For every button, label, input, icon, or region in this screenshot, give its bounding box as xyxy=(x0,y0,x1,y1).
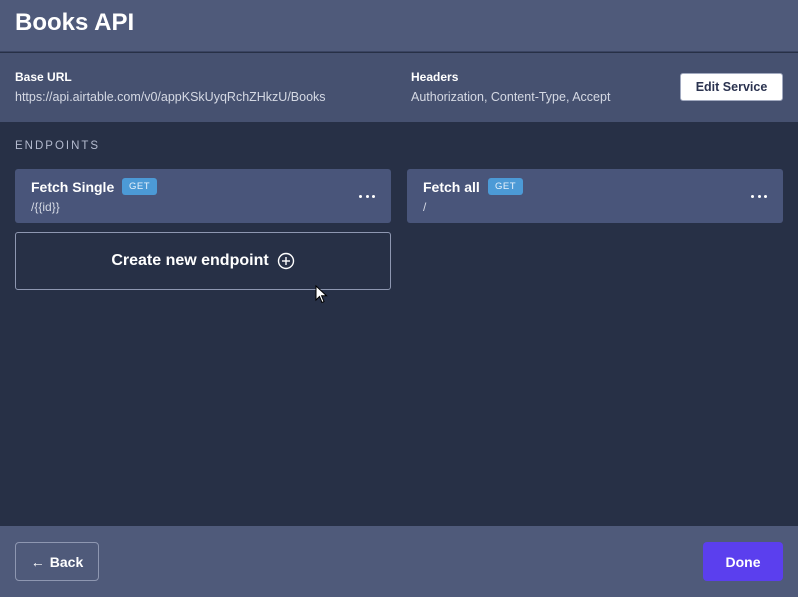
back-button[interactable]: ← Back xyxy=(15,542,99,581)
base-url-group: Base URL https://api.airtable.com/v0/app… xyxy=(15,70,326,104)
headers-group: Headers Authorization, Content-Type, Acc… xyxy=(411,70,610,104)
mouse-pointer-icon xyxy=(315,285,328,304)
endpoint-card[interactable]: Fetch Single GET /{{id}} xyxy=(15,169,391,223)
footer-bar: ← Back Done xyxy=(0,526,798,597)
endpoint-path: / xyxy=(423,200,427,214)
arrow-left-icon: ← xyxy=(30,553,45,570)
method-badge: GET xyxy=(122,178,158,195)
endpoint-path: /{{id}} xyxy=(31,200,60,214)
service-info-panel: Base URL https://api.airtable.com/v0/app… xyxy=(0,53,798,122)
create-endpoint-label: Create new endpoint xyxy=(111,252,269,269)
method-badge: GET xyxy=(488,178,524,195)
back-label: Back xyxy=(49,553,84,570)
endpoint-name: Fetch all xyxy=(423,179,480,195)
header-bar: Books API xyxy=(0,0,798,52)
ellipsis-icon[interactable] xyxy=(359,186,375,206)
headers-value: Authorization, Content-Type, Accept xyxy=(411,90,611,104)
ellipsis-icon[interactable] xyxy=(751,186,767,206)
page-title: Books API xyxy=(15,9,135,36)
endpoint-name: Fetch Single xyxy=(31,179,115,195)
create-endpoint-button[interactable]: Create new endpoint xyxy=(15,232,391,290)
endpoint-card[interactable]: Fetch all GET / xyxy=(407,169,783,223)
endpoints-section-label: ENDPOINTS xyxy=(15,140,101,152)
headers-label: Headers xyxy=(411,70,459,84)
done-button[interactable]: Done xyxy=(703,542,783,581)
edit-service-button[interactable]: Edit Service xyxy=(680,73,783,101)
plus-circle-icon xyxy=(277,252,294,270)
base-url-value: https://api.airtable.com/v0/appKSkUyqRch… xyxy=(15,90,326,104)
base-url-label: Base URL xyxy=(15,70,72,84)
